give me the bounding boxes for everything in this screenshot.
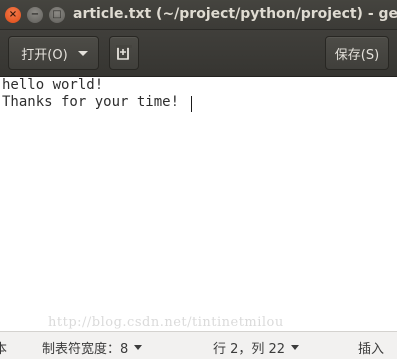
language-selector[interactable]: 本 [0,338,7,357]
editor-line-2: Thanks for your time! [2,94,180,110]
language-label: 本 [0,342,8,357]
close-window-button[interactable]: × [5,7,21,23]
editor-line-1: hello world! [2,77,104,93]
text-editor[interactable]: hello world! Thanks for your time! http:… [0,77,397,331]
new-document-icon [116,45,132,60]
maximize-window-button[interactable]: □ [49,7,65,23]
cursor-position-label: 行 2，列 22 [213,342,286,357]
tab-width-label: 制表符宽度：8 [42,342,129,357]
new-tab-button[interactable] [109,36,139,70]
minimize-window-button[interactable]: − [27,7,43,23]
chevron-down-icon [77,50,88,56]
open-button[interactable]: 打开(O) [8,36,99,70]
cursor-position-selector[interactable]: 行 2，列 22 [213,338,300,357]
open-button-label: 打开(O) [21,47,68,63]
chevron-down-icon [291,345,300,350]
tab-width-selector[interactable]: 制表符宽度：8 [42,338,143,357]
title-bar: × − □ article.txt (~/project/python/proj… [0,0,397,30]
minimize-icon: − [30,9,40,20]
chevron-down-icon [134,345,143,350]
text-cursor [191,96,192,112]
window-title: article.txt (~/project/python/project) -… [73,6,397,22]
insert-mode-label: 插入 [358,342,385,357]
close-icon: × [8,9,18,20]
save-button[interactable]: 保存(S) [325,36,389,70]
header-bar: 打开(O) 保存(S) [0,30,397,77]
insert-mode-indicator: 插入 [358,338,384,357]
status-bar: 本 制表符宽度：8 行 2，列 22 插入 [0,331,397,359]
watermark: http://blog.csdn.net/tintinetmilou [48,315,284,330]
save-button-label: 保存(S) [334,47,380,63]
maximize-icon: □ [52,9,62,20]
